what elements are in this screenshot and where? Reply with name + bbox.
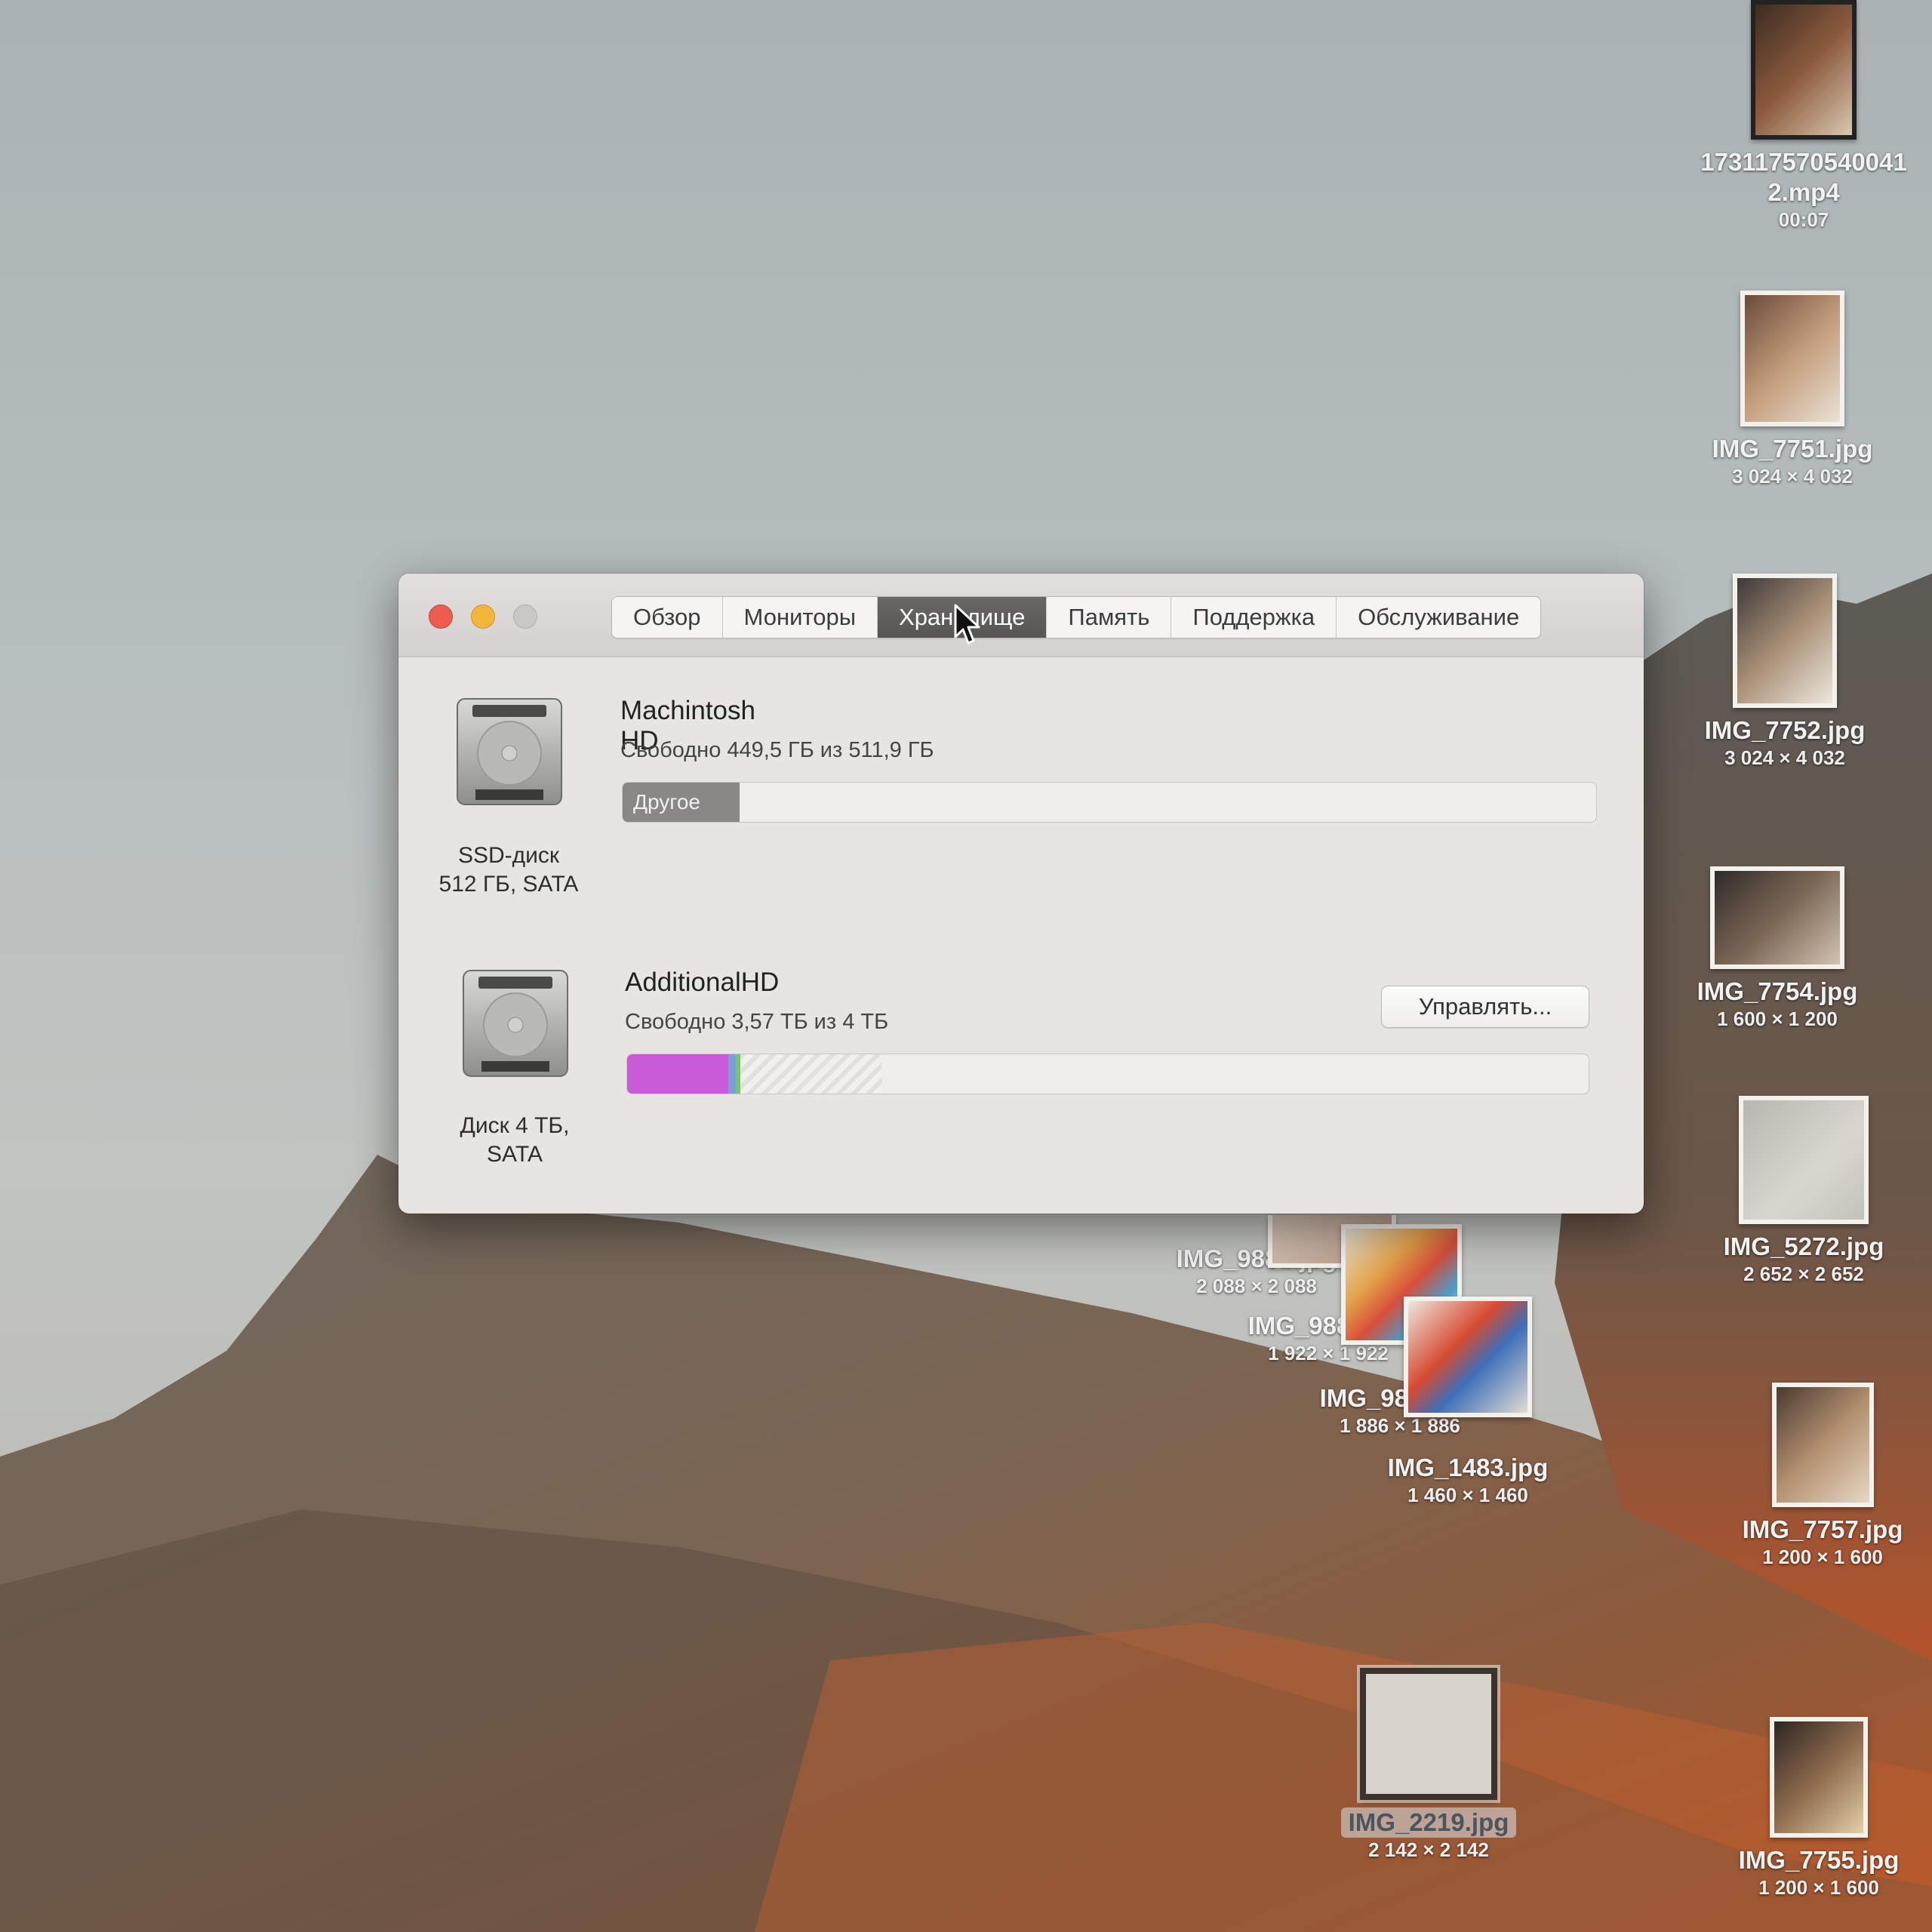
tab-displays[interactable]: Мониторы [723, 597, 878, 638]
storage-segment-apps[interactable] [627, 1054, 728, 1094]
disk-type-line: Диск 4 ТБ, [460, 1113, 570, 1138]
file-detail: 1 200 × 1 600 [1762, 1546, 1883, 1568]
title-bar[interactable]: Обзор Мониторы Хранилище Память Поддержк… [398, 574, 1644, 657]
file-name: IMG_7751.jpg [1712, 435, 1873, 463]
hard-drive-icon [463, 970, 568, 1077]
disk-free-space: Свободно 449,5 ГБ из 511,9 ГБ [620, 738, 934, 762]
manage-button[interactable]: Управлять... [1381, 986, 1589, 1028]
storage-segment-other[interactable]: Другое [623, 783, 740, 822]
desktop-icon[interactable]: IMG_5272.jpg 2 652 × 2 652 [1679, 1096, 1928, 1286]
file-name: IMG_7755.jpg [1738, 1846, 1900, 1874]
image-thumbnail [1739, 1096, 1869, 1224]
disk-name: AdditionalHD [625, 968, 780, 997]
hard-drive-icon [457, 698, 562, 805]
zoom-icon [513, 605, 537, 629]
file-detail: 2 652 × 2 652 [1743, 1263, 1864, 1285]
desktop-icon[interactable]: IMG_2219.jpg 2 142 × 2 142 [1304, 1665, 1553, 1862]
image-thumbnail [1740, 291, 1844, 426]
tab-memory[interactable]: Память [1047, 597, 1172, 638]
mouse-pointer-icon [954, 604, 980, 645]
disk-type-line: SSD-диск [457, 843, 560, 868]
file-name: IMG_2219.jpg [1340, 1807, 1517, 1838]
image-thumbnail [1771, 1383, 1874, 1507]
desktop-icon[interactable]: IMG_7757.jpg 1 200 × 1 600 [1698, 1383, 1932, 1569]
desktop-icon[interactable]: IMG_1483.jpg 1 460 × 1 460 [1343, 1445, 1592, 1507]
desktop-icon[interactable]: IMG_7752.jpg 3 024 × 4 032 [1660, 574, 1909, 770]
image-thumbnail [1770, 1717, 1868, 1838]
file-name: IMG_7752.jpg [1704, 716, 1866, 744]
desktop-icon[interactable]: IMG_7754.jpg 1 600 × 1 200 [1653, 866, 1902, 1031]
storage-segment-purgeable[interactable] [740, 1054, 882, 1094]
file-detail: 00:07 [1778, 208, 1829, 231]
minimize-icon[interactable] [471, 605, 495, 629]
file-name: IMG_7754.jpg [1697, 977, 1858, 1005]
tab-bar: Обзор Мониторы Хранилище Память Поддержк… [611, 596, 1542, 638]
video-thumbnail [1751, 0, 1857, 140]
about-this-mac-window: Обзор Мониторы Хранилище Память Поддержк… [398, 574, 1644, 1214]
file-name: 173117570540041 [1700, 148, 1907, 176]
tab-support[interactable]: Поддержка [1171, 597, 1337, 638]
file-name: IMG_7757.jpg [1742, 1515, 1903, 1543]
desktop-icon[interactable]: IMG_7751.jpg 3 024 × 4 032 [1668, 291, 1917, 488]
tab-service[interactable]: Обслуживание [1337, 597, 1540, 638]
disk-free-space: Свободно 3,57 ТБ из 4 ТБ [625, 1010, 889, 1034]
desktop-icon[interactable]: IMG_7755.jpg 1 200 × 1 600 [1694, 1717, 1932, 1900]
image-thumbnail [1710, 866, 1844, 969]
storage-usage-bar: Другое [622, 782, 1597, 823]
disk-type-line: SATA [487, 1142, 543, 1167]
storage-usage-bar [626, 1054, 1589, 1094]
file-detail: 3 024 × 4 032 [1732, 465, 1853, 488]
file-detail: 1 200 × 1 600 [1758, 1876, 1879, 1899]
image-thumbnail [1404, 1297, 1532, 1417]
storage-segment-documents[interactable] [728, 1054, 736, 1094]
file-detail: 3 024 × 4 032 [1724, 746, 1845, 769]
desktop-icon[interactable]: 173117570540041 2.mp4 00:07 [1679, 0, 1928, 232]
close-icon[interactable] [429, 605, 453, 629]
file-name: 2.mp4 [1767, 178, 1840, 206]
disk-type-line: 512 ГБ, SATA [438, 872, 579, 897]
image-thumbnail [1357, 1665, 1500, 1803]
image-thumbnail [1733, 574, 1837, 708]
file-name: IMG_5272.jpg [1723, 1232, 1884, 1260]
file-name: IMG_1483.jpg [1387, 1454, 1549, 1481]
segment-label: Другое [633, 790, 700, 814]
file-detail: 1 600 × 1 200 [1717, 1008, 1838, 1030]
desktop-icon[interactable]: IMG_9877.jpg 1 886 × 1 886 [1275, 1297, 1532, 1438]
file-detail: 2 142 × 2 142 [1368, 1838, 1489, 1861]
file-detail: 1 460 × 1 460 [1407, 1484, 1528, 1506]
tab-overview[interactable]: Обзор [612, 597, 723, 638]
